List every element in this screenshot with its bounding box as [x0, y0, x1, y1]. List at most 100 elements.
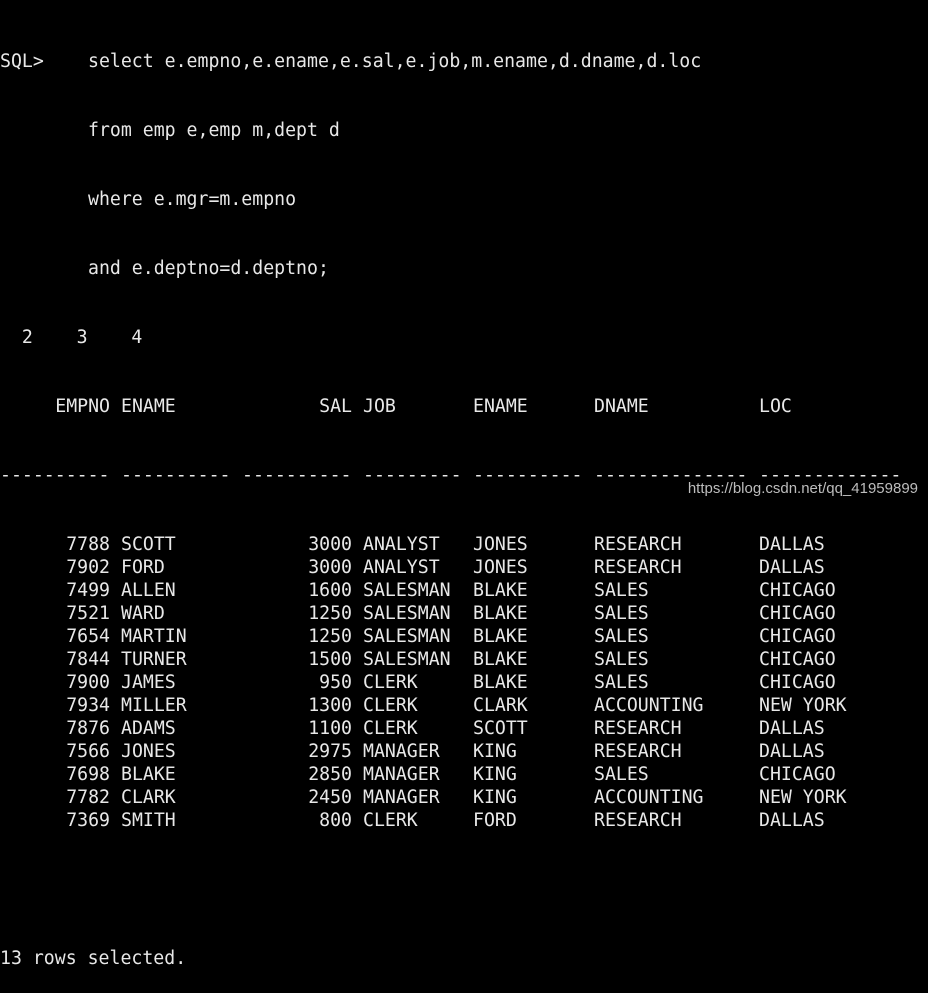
- cell-sal: 1100: [308, 718, 352, 739]
- column-header-job: JOB: [363, 396, 396, 417]
- cell-loc: CHICAGO: [759, 672, 836, 693]
- cell-empno: 7499: [66, 580, 110, 601]
- table-row: 7521 WARD 1250 SALESMAN BLAKE SALES CHICAGO: [0, 602, 902, 625]
- cell-loc: DALLAS: [759, 557, 825, 578]
- column-header-loc: LOC: [759, 396, 792, 417]
- cell-empno: 7654: [66, 626, 110, 647]
- query-text: select e.empno,e.ename,e.sal,e.job,m.ena…: [88, 51, 702, 72]
- terminal-output: SQL> select e.empno,e.ename,e.sal,e.job,m…: [0, 4, 902, 993]
- query-text: from emp e,emp m,dept d: [88, 120, 340, 141]
- cell-dname: RESEARCH: [594, 810, 682, 831]
- cell-dname: SALES: [594, 672, 649, 693]
- column-separator: ----------: [242, 465, 352, 486]
- cell-mgr-ename: JONES: [473, 557, 528, 578]
- cell-loc: DALLAS: [759, 534, 825, 555]
- cell-job: CLERK: [363, 695, 418, 716]
- column-separator: ---------: [363, 465, 462, 486]
- cell-empno: 7788: [66, 534, 110, 555]
- cell-dname: SALES: [594, 603, 649, 624]
- query-text: and e.deptno=d.deptno;: [88, 258, 329, 279]
- cell-empno: 7566: [66, 741, 110, 762]
- cell-empno: 7902: [66, 557, 110, 578]
- cell-job: SALESMAN: [363, 603, 451, 624]
- cell-job: MANAGER: [363, 741, 440, 762]
- cell-sal: 1300: [308, 695, 352, 716]
- cell-dname: SALES: [594, 580, 649, 601]
- cell-mgr-ename: BLAKE: [473, 626, 528, 647]
- cell-empno: 7521: [66, 603, 110, 624]
- cell-mgr-ename: SCOTT: [473, 718, 528, 739]
- cell-mgr-ename: JONES: [473, 534, 528, 555]
- cell-job: MANAGER: [363, 787, 440, 808]
- table-row: 7654 MARTIN 1250 SALESMAN BLAKE SALES CHICAGO: [0, 625, 902, 648]
- table-row: 7934 MILLER 1300 CLERK CLARK ACCOUNTING NEW YO…: [0, 694, 902, 717]
- cell-sal: 1250: [308, 626, 352, 647]
- cell-ename: TURNER: [121, 649, 187, 670]
- cell-ename: SMITH: [121, 810, 176, 831]
- cell-loc: DALLAS: [759, 741, 825, 762]
- cell-sal: 1250: [308, 603, 352, 624]
- query-line: where e.mgr=m.empno: [0, 188, 902, 211]
- cell-job: ANALYST: [363, 534, 440, 555]
- sql-prompt: SQL>: [0, 51, 44, 72]
- cell-loc: NEW YORK: [759, 787, 847, 808]
- cell-loc: CHICAGO: [759, 603, 836, 624]
- cell-loc: CHICAGO: [759, 626, 836, 647]
- cell-sal: 1500: [308, 649, 352, 670]
- cell-mgr-ename: KING: [473, 741, 517, 762]
- cell-mgr-ename: KING: [473, 764, 517, 785]
- watermark: https://blog.csdn.net/qq_41959899: [687, 480, 918, 497]
- cell-job: SALESMAN: [363, 649, 451, 670]
- cell-loc: DALLAS: [759, 810, 825, 831]
- cell-job: SALESMAN: [363, 580, 451, 601]
- table-row: 7499 ALLEN 1600 SALESMAN BLAKE SALES CHICAGO: [0, 579, 902, 602]
- cell-mgr-ename: CLARK: [473, 695, 528, 716]
- result-rows: 7788 SCOTT 3000 ANALYST JONES RESEARCH DALLAS 7…: [0, 533, 902, 832]
- cell-sal: 950: [319, 672, 352, 693]
- column-header-mgr-ename: ENAME: [473, 396, 528, 417]
- cell-loc: CHICAGO: [759, 580, 836, 601]
- cell-loc: CHICAGO: [759, 649, 836, 670]
- cell-job: CLERK: [363, 810, 418, 831]
- cell-mgr-ename: BLAKE: [473, 649, 528, 670]
- cell-dname: SALES: [594, 649, 649, 670]
- cell-ename: ALLEN: [121, 580, 176, 601]
- cell-dname: ACCOUNTING: [594, 787, 704, 808]
- table-row: 7698 BLAKE 2850 MANAGER KING SALES CHICAGO: [0, 763, 902, 786]
- cell-sal: 1600: [308, 580, 352, 601]
- cell-sal: 3000: [308, 557, 352, 578]
- cell-ename: JONES: [121, 741, 176, 762]
- cell-sal: 3000: [308, 534, 352, 555]
- cell-ename: JAMES: [121, 672, 176, 693]
- cell-empno: 7900: [66, 672, 110, 693]
- query-text: where e.mgr=m.empno: [88, 189, 297, 210]
- cell-empno: 7369: [66, 810, 110, 831]
- cell-sal: 2850: [308, 764, 352, 785]
- cell-dname: ACCOUNTING: [594, 695, 704, 716]
- cell-loc: DALLAS: [759, 718, 825, 739]
- cell-mgr-ename: KING: [473, 787, 517, 808]
- cell-empno: 7782: [66, 787, 110, 808]
- cell-empno: 7934: [66, 695, 110, 716]
- cell-empno: 7876: [66, 718, 110, 739]
- cell-job: CLERK: [363, 718, 418, 739]
- cell-ename: MARTIN: [121, 626, 187, 647]
- table-row: 7788 SCOTT 3000 ANALYST JONES RESEARCH DALLAS: [0, 533, 902, 556]
- line-numbers: 2 3 4: [0, 327, 143, 348]
- table-row: 7900 JAMES 950 CLERK BLAKE SALES CHICAGO: [0, 671, 902, 694]
- query-line: SQL> select e.empno,e.ename,e.sal,e.job,m…: [0, 50, 902, 73]
- cell-dname: SALES: [594, 764, 649, 785]
- column-separator: ----------: [473, 465, 583, 486]
- column-header-sal: SAL: [319, 396, 352, 417]
- query-line: and e.deptno=d.deptno;: [0, 257, 902, 280]
- cell-empno: 7698: [66, 764, 110, 785]
- cell-loc: CHICAGO: [759, 764, 836, 785]
- cell-dname: RESEARCH: [594, 718, 682, 739]
- cell-mgr-ename: FORD: [473, 810, 517, 831]
- cell-job: MANAGER: [363, 764, 440, 785]
- cell-sal: 2975: [308, 741, 352, 762]
- column-header-row: EMPNO ENAME SAL JOB ENAME DNAME LOC: [0, 395, 902, 418]
- query-line: from emp e,emp m,dept d: [0, 119, 902, 142]
- cell-job: CLERK: [363, 672, 418, 693]
- cell-dname: RESEARCH: [594, 534, 682, 555]
